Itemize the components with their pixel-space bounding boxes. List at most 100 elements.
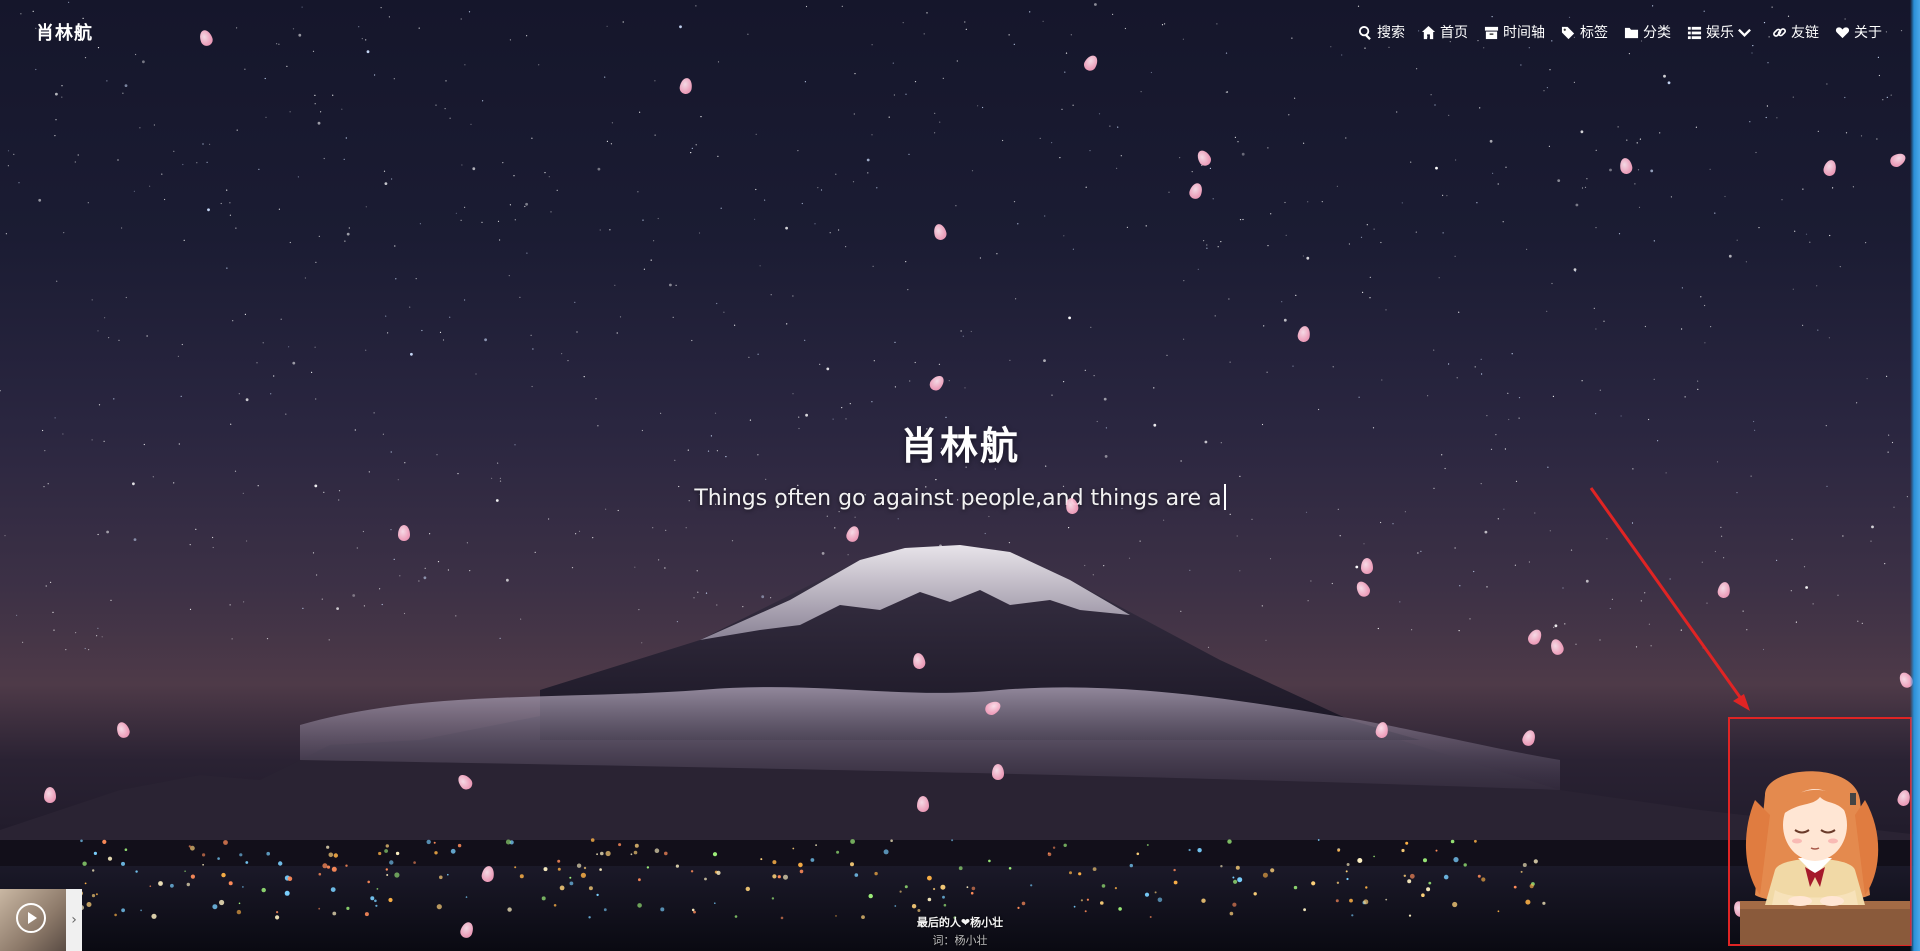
town-light — [374, 899, 377, 903]
town-light — [1452, 901, 1458, 908]
town-light — [326, 845, 330, 849]
town-light — [712, 852, 718, 857]
town-light — [385, 868, 388, 871]
town-light — [1047, 852, 1052, 857]
town-light — [1426, 887, 1431, 892]
town-light — [942, 895, 945, 899]
town-light — [465, 896, 468, 898]
town-light — [714, 902, 716, 904]
town-light — [121, 908, 125, 913]
nav-item-tags[interactable]: 标签 — [1553, 17, 1616, 47]
town-light — [376, 888, 379, 890]
town-light — [1407, 879, 1412, 884]
nav-item-timeline[interactable]: 时间轴 — [1476, 17, 1553, 47]
town-light — [276, 911, 279, 914]
town-light — [553, 904, 557, 907]
nav-item-search[interactable]: 搜索 — [1350, 17, 1413, 47]
town-light — [1136, 852, 1140, 856]
town-light — [1144, 892, 1150, 897]
town-light — [439, 875, 443, 880]
nav-item-home[interactable]: 首页 — [1413, 17, 1476, 47]
town-light — [1474, 839, 1477, 843]
town-light — [1335, 899, 1339, 903]
town-light — [541, 896, 546, 901]
town-light — [1363, 899, 1369, 905]
nav-label-links: 友链 — [1791, 25, 1819, 41]
town-light — [660, 907, 665, 912]
town-light — [95, 893, 98, 896]
town-light — [284, 890, 290, 896]
nav-label-home: 首页 — [1440, 25, 1468, 41]
town-light — [1520, 870, 1523, 873]
town-light — [228, 881, 233, 886]
town-light — [1232, 902, 1237, 907]
town-light — [1428, 881, 1432, 885]
link-icon — [1772, 25, 1787, 40]
town-light — [911, 904, 917, 909]
nav-item-entertainment[interactable]: 娱乐 — [1679, 17, 1764, 47]
lyric-line: 最后的人❤杨小壮 — [916, 916, 1004, 929]
town-light — [326, 865, 331, 869]
nav-item-categories[interactable]: 分类 — [1616, 17, 1679, 47]
town-light — [1078, 872, 1082, 876]
scrollbar[interactable] — [1910, 0, 1920, 951]
lyric-credit: 词：杨小壮 — [932, 934, 988, 947]
town-light — [202, 853, 206, 857]
town-light — [543, 867, 548, 872]
sakura-petal — [44, 787, 56, 803]
nav-item-about[interactable]: 关于 — [1827, 17, 1890, 47]
town-light — [1453, 857, 1459, 863]
town-light — [638, 878, 641, 882]
town-light — [238, 902, 241, 905]
nav-item-links[interactable]: 友链 — [1764, 17, 1827, 47]
town-light — [507, 907, 512, 912]
town-light — [1349, 898, 1353, 903]
town-light — [854, 873, 859, 877]
town-light — [792, 847, 795, 850]
town-light — [966, 886, 969, 889]
town-light — [1463, 863, 1467, 867]
town-light — [605, 850, 611, 857]
town-light — [927, 875, 932, 881]
town-light — [815, 844, 817, 846]
town-light — [590, 838, 595, 842]
town-light — [505, 839, 511, 845]
town-light — [1373, 855, 1375, 858]
town-light — [634, 843, 639, 848]
town-light — [904, 885, 908, 889]
town-light — [1030, 884, 1033, 887]
town-light — [1497, 910, 1500, 913]
town-light — [1513, 885, 1517, 889]
town-light — [1405, 841, 1409, 845]
site-logo[interactable]: 肖林航 — [36, 19, 93, 45]
town-light — [1443, 874, 1449, 880]
town-light — [1262, 872, 1268, 878]
town-light — [940, 884, 946, 890]
town-light — [1235, 865, 1240, 870]
town-light — [596, 893, 599, 897]
archive-icon — [1484, 25, 1499, 40]
town-light — [1092, 867, 1097, 871]
town-light — [1317, 839, 1320, 841]
town-light — [1154, 891, 1157, 894]
town-light — [221, 872, 226, 878]
town-light — [219, 899, 225, 906]
town-light — [1525, 899, 1531, 905]
town-light — [970, 891, 974, 895]
town-light — [124, 848, 128, 851]
town-light — [943, 903, 947, 907]
town-light — [1477, 874, 1481, 878]
tags-icon — [1561, 25, 1576, 40]
town-light — [1101, 884, 1106, 888]
town-light — [389, 860, 394, 865]
town-light — [1227, 839, 1232, 844]
town-light — [1522, 863, 1527, 867]
town-light — [450, 848, 456, 854]
town-light — [158, 881, 163, 886]
town-light — [140, 909, 143, 912]
home-icon — [1421, 25, 1436, 40]
town-light — [318, 907, 321, 910]
town-light — [188, 845, 191, 848]
town-light — [1069, 871, 1072, 875]
town-light — [883, 849, 889, 855]
